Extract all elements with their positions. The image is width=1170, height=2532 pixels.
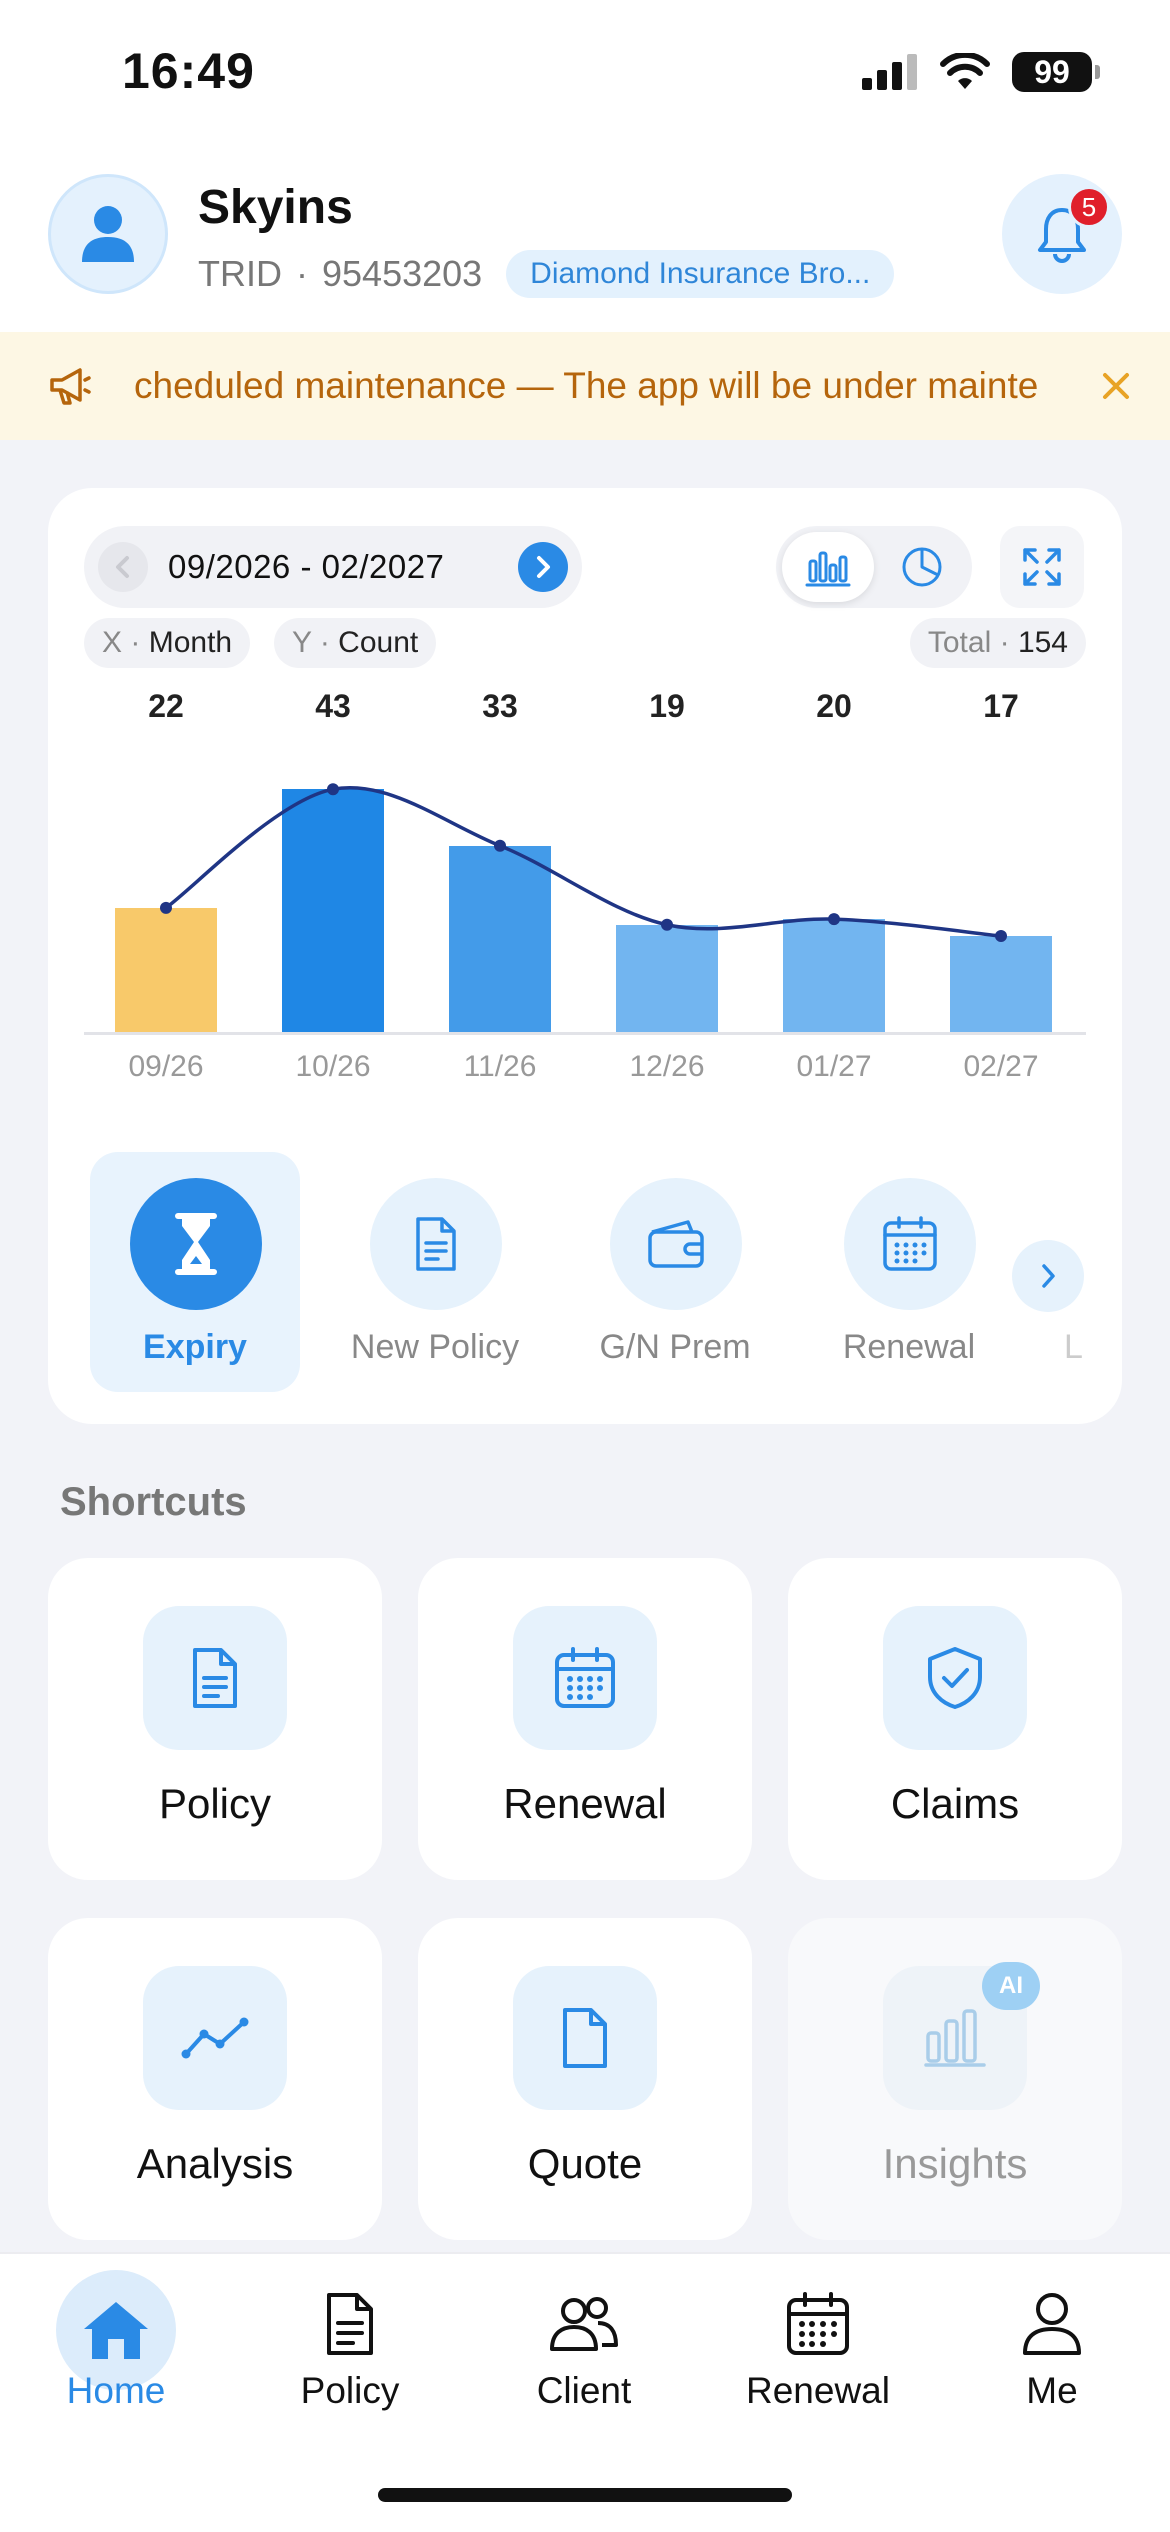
- calendar-icon: [844, 1178, 976, 1310]
- shortcut-label: Renewal: [503, 1780, 667, 1827]
- metric-label: New Policy: [350, 1328, 520, 1366]
- tab-label: Renewal: [746, 2370, 890, 2411]
- tab-policy[interactable]: Policy: [260, 2284, 440, 2434]
- trid-value: 95453203: [322, 253, 483, 294]
- metric-tabs: Expiry New Policy G/N Prem Renewal L: [48, 1152, 1122, 1392]
- document-icon: [370, 1178, 502, 1310]
- metric-label: Expiry: [143, 1328, 247, 1366]
- tab-label: Home: [66, 2370, 166, 2411]
- shortcut-analysis[interactable]: Analysis: [48, 1918, 382, 2240]
- tab-label: Policy: [300, 2370, 400, 2411]
- shortcuts-title: Shortcuts: [60, 1480, 247, 1524]
- shortcut-label: Quote: [527, 2140, 643, 2187]
- trend-point-01-27: [828, 913, 840, 926]
- shortcut-policy[interactable]: Policy: [48, 1558, 382, 1880]
- status-icons: 99: [862, 52, 1100, 92]
- status-bar: 16:49 99: [0, 0, 1170, 150]
- calendar-icon: [778, 2284, 858, 2364]
- chevron-right-icon[interactable]: [1012, 1240, 1084, 1312]
- users-icon: [544, 2284, 624, 2364]
- trid-separator: ·: [296, 253, 308, 294]
- user-name: Skyins: [198, 181, 353, 234]
- user-icon: [82, 206, 134, 262]
- shortcut-label: Claims: [890, 1780, 1020, 1827]
- tab-label: Client: [536, 2370, 632, 2411]
- company-chip[interactable]: Diamond Insurance Bro...: [506, 250, 895, 298]
- shortcut-insights[interactable]: AI Insights: [788, 1918, 1122, 2240]
- metric-label: G/N Prem: [599, 1328, 751, 1366]
- file-icon: [513, 1966, 657, 2110]
- metric-label: Renewal: [842, 1328, 976, 1366]
- shortcut-claims[interactable]: Claims: [788, 1558, 1122, 1880]
- hourglass-icon: [130, 1178, 262, 1310]
- trend-line: [160, 783, 1007, 943]
- trend-point-10-26: [327, 783, 339, 796]
- document-icon: [143, 1606, 287, 1750]
- tab-renewal[interactable]: Renewal: [728, 2284, 908, 2434]
- shortcut-renewal[interactable]: Renewal: [418, 1558, 752, 1880]
- trid-label: TRID: [198, 253, 282, 294]
- shortcut-label: Analysis: [136, 2140, 294, 2187]
- notifications-button[interactable]: 5: [1002, 174, 1122, 294]
- user-meta: TRID · 95453203 Diamond Insurance Bro...: [198, 250, 895, 298]
- shortcut-quote[interactable]: Quote: [418, 1918, 752, 2240]
- wallet-icon: [610, 1178, 742, 1310]
- metric-tab-gn-prem[interactable]: G/N Prem: [570, 1152, 780, 1392]
- close-icon[interactable]: [1092, 362, 1140, 410]
- metric-tab-new-policy[interactable]: New Policy: [330, 1152, 540, 1392]
- chart-card: 09/2026 - 02/2027 X · Month Y · Count To…: [48, 488, 1122, 1424]
- tab-label: Me: [1026, 2370, 1078, 2411]
- tab-home[interactable]: Home: [26, 2270, 206, 2434]
- trend-point-09-26: [160, 901, 172, 914]
- ai-badge: AI: [982, 1962, 1040, 2010]
- shortcut-label: Policy: [158, 1780, 272, 1827]
- battery-indicator: 99: [1012, 52, 1100, 92]
- tab-me[interactable]: Me: [962, 2284, 1142, 2434]
- maintenance-banner: cheduled maintenance — The app will be u…: [0, 332, 1170, 440]
- trend-line-path: [164, 786, 1002, 938]
- header: Skyins TRID · 95453203 Diamond Insurance…: [0, 150, 1170, 332]
- chart-baseline: [84, 1032, 1086, 1035]
- metric-tab-renewal[interactable]: Renewal: [804, 1152, 1014, 1392]
- shield-check-icon: [883, 1606, 1027, 1750]
- status-time: 16:49: [122, 43, 255, 99]
- person-icon: [1012, 2284, 1092, 2364]
- signal-icon: [862, 54, 917, 90]
- avatar[interactable]: [48, 174, 168, 294]
- trend-point-12-26: [661, 918, 673, 931]
- banner-text: cheduled maintenance — The app will be u…: [134, 365, 1039, 406]
- metric-partial-label: L: [1064, 1328, 1083, 1366]
- notification-badge: 5: [1068, 186, 1110, 228]
- home-indicator: [378, 2488, 792, 2502]
- shortcut-label: Insights: [882, 2140, 1028, 2187]
- tab-client[interactable]: Client: [494, 2284, 674, 2434]
- trend-line-icon: [143, 1966, 287, 2110]
- trend-point-11-26: [494, 839, 506, 852]
- document-icon: [310, 2284, 390, 2364]
- calendar-icon: [513, 1606, 657, 1750]
- wifi-icon: [940, 53, 990, 89]
- trend-point-02-27: [995, 930, 1007, 943]
- metric-tab-expiry[interactable]: Expiry: [90, 1152, 300, 1392]
- megaphone-icon: [48, 366, 92, 411]
